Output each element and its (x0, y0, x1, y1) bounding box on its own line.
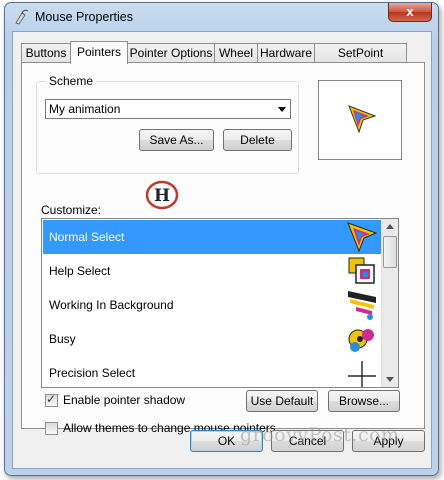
crosshair-cursor-icon (348, 361, 376, 387)
scheme-group-label: Scheme (46, 74, 97, 88)
close-icon: x (406, 4, 414, 19)
pointer-shadow-checkbox[interactable]: ✓ (45, 392, 58, 407)
close-button[interactable]: x (388, 3, 432, 22)
window-title: Mouse Properties (35, 10, 133, 24)
annotation-badge-letter: H (154, 186, 170, 206)
tab-hardware[interactable]: Hardware (257, 43, 315, 63)
tab-wheel[interactable]: Wheel (214, 43, 258, 63)
annotation-h-badge: H (145, 180, 179, 210)
chevron-down-icon (278, 107, 286, 112)
pointer-shadow-label: Enable pointer shadow (63, 393, 186, 407)
scrollbar-thumb[interactable] (383, 236, 397, 268)
animated-arrow-cursor-icon (347, 222, 378, 253)
list-item-label: Normal Select (49, 230, 125, 244)
scroll-up-icon[interactable] (386, 224, 394, 229)
list-item-label: Working In Background (49, 298, 174, 312)
customize-label: Customize: (41, 203, 102, 217)
list-item-label: Help Select (49, 264, 111, 278)
list-item-working-in-background[interactable]: Working In Background (43, 288, 382, 322)
busy-cursor-icon (348, 329, 374, 352)
list-item-busy[interactable]: Busy (43, 322, 382, 356)
pointers-tab-panel: Scheme My animation Save As... Delete H (21, 62, 425, 435)
tab-pointer-options[interactable]: Pointer Options (127, 43, 215, 63)
working-background-cursor-icon (348, 291, 376, 320)
cursor-preview-box (318, 80, 402, 160)
list-item-precision-select[interactable]: Precision Select (43, 356, 382, 387)
scheme-selected-value: My animation (49, 102, 121, 116)
list-scrollbar[interactable] (381, 219, 398, 387)
allow-themes-checkbox[interactable] (45, 422, 58, 435)
browse-button[interactable]: Browse... (328, 390, 400, 412)
checkmark-icon: ✓ (46, 392, 57, 406)
list-item-label: Precision Select (49, 366, 136, 380)
delete-button[interactable]: Delete (223, 129, 292, 151)
tab-pointers[interactable]: Pointers (70, 41, 128, 64)
dialog-client-area: Buttons Pointers Pointer Options Wheel H… (12, 31, 432, 469)
scheme-groupbox: Scheme My animation Save As... Delete (36, 74, 299, 174)
mouse-icon (15, 9, 29, 25)
list-item-normal-select[interactable]: Normal Select (43, 220, 382, 254)
title-bar[interactable]: Mouse Properties x (5, 3, 438, 31)
use-default-button[interactable]: Use Default (246, 390, 318, 412)
tab-setpoint-settings[interactable]: SetPoint Settings (314, 43, 407, 78)
cursor-list[interactable]: Normal Select Help Select Working In Bac… (41, 218, 399, 388)
watermark-text: groovyPost.com (240, 424, 400, 446)
mouse-properties-window: Mouse Properties x Buttons Pointers Poin… (4, 2, 439, 476)
animated-arrow-cursor-icon (348, 105, 377, 134)
list-item-help-select[interactable]: Help Select (43, 254, 382, 288)
list-item-label: Busy (49, 332, 76, 346)
save-as-button[interactable]: Save As... (139, 129, 214, 151)
scroll-down-icon[interactable] (386, 377, 394, 382)
tab-buttons[interactable]: Buttons (21, 43, 71, 63)
help-select-cursor-icon (348, 257, 375, 284)
scheme-dropdown[interactable]: My animation (45, 99, 291, 119)
